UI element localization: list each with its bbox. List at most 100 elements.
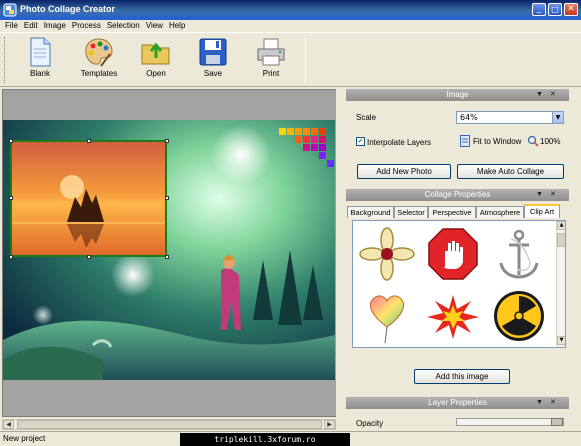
clip-art-scrollbar[interactable]: ▲ ▼	[556, 221, 565, 347]
blank-page-icon	[30, 37, 51, 67]
status-text: New project	[3, 434, 46, 443]
menu-help[interactable]: Help	[166, 20, 188, 31]
panel-dropdown-icon[interactable]: ▼	[536, 189, 543, 201]
menu-selection[interactable]: Selection	[104, 20, 143, 31]
app-icon	[3, 3, 17, 17]
menu-edit[interactable]: Edit	[21, 20, 41, 31]
collage-properties-header: Collage Properties ▼ ✕	[346, 189, 569, 201]
printer-icon	[257, 38, 285, 66]
open-label: Open	[146, 69, 166, 78]
panel-close-icon[interactable]: ✕	[550, 189, 556, 201]
minimize-button[interactable]: _	[532, 3, 546, 16]
sunset-photo	[12, 142, 165, 255]
menu-image[interactable]: Image	[41, 20, 69, 31]
add-this-image-button[interactable]: Add this image	[414, 369, 510, 384]
anchor-icon[interactable]	[489, 225, 549, 283]
collage-canvas-area[interactable]	[2, 89, 338, 417]
open-button[interactable]: Open	[130, 36, 182, 86]
interpolate-layers-checkbox[interactable]: ✔	[356, 137, 365, 146]
chevron-down-icon[interactable]: ▼	[552, 112, 563, 123]
panel-dropdown-icon[interactable]: ▼	[536, 89, 543, 101]
panel-close-icon[interactable]: ✕	[550, 397, 556, 409]
image-panel: Image ▼ ✕ Scale 64% ▼ ✔ Interpolate Laye…	[346, 89, 569, 185]
toolbar-separator	[305, 38, 306, 82]
status-bar: New project triplekill.3xforum.ro	[0, 431, 581, 446]
image-panel-header: Image ▼ ✕	[346, 89, 569, 101]
save-button[interactable]: Save	[187, 36, 239, 86]
menu-process[interactable]: Process	[69, 20, 104, 31]
fit-to-window-icon[interactable]	[460, 135, 470, 147]
templates-label: Templates	[80, 69, 118, 78]
print-label: Print	[262, 69, 280, 78]
stop-hand-sign-icon[interactable]	[423, 225, 483, 283]
templates-button[interactable]: Templates	[73, 36, 125, 86]
interpolate-layers-label: Interpolate Layers	[367, 138, 432, 147]
tab-clip-art[interactable]: Clip Art	[524, 204, 560, 218]
floppy-disk-icon	[199, 38, 227, 66]
explosion-burst-icon[interactable]	[423, 287, 483, 345]
save-label: Save	[203, 69, 223, 78]
selected-photo-frame[interactable]	[10, 140, 167, 257]
collage-properties-panel: Collage Properties ▼ ✕ Background Select…	[346, 189, 569, 394]
tab-atmosphere[interactable]: Atmosphere	[476, 206, 524, 218]
canvas-splitter[interactable]	[336, 89, 344, 419]
menu-file[interactable]: File	[0, 20, 21, 31]
title-bar: Photo Collage Creator _ □ ✕	[0, 0, 581, 20]
tab-selector[interactable]: Selector	[394, 206, 428, 218]
collage-background-image[interactable]	[3, 120, 335, 380]
resize-handle-bottom-right[interactable]	[165, 255, 169, 259]
resize-handle-right[interactable]	[165, 196, 169, 200]
blank-button[interactable]: Blank	[14, 36, 66, 86]
resize-handle-top[interactable]	[87, 139, 91, 143]
fit-to-window-label[interactable]: Fit to Window	[473, 137, 521, 146]
panel-close-icon[interactable]: ✕	[550, 89, 556, 101]
panel-dropdown-icon[interactable]: ▼	[536, 397, 543, 409]
layer-properties-title: Layer Properties	[428, 398, 487, 407]
opacity-slider[interactable]	[456, 418, 564, 426]
window-title: Photo Collage Creator	[20, 4, 116, 14]
toolbar-grip[interactable]	[4, 37, 7, 83]
clip-art-scroll-thumb[interactable]	[557, 233, 565, 247]
tab-perspective[interactable]: Perspective	[428, 206, 476, 218]
print-button[interactable]: Print	[245, 36, 297, 86]
menu-bar: File Edit Image Process Selection View Help	[0, 20, 581, 32]
resize-handle-top-left[interactable]	[9, 139, 13, 143]
close-button[interactable]: ✕	[564, 3, 578, 16]
resize-handle-bottom[interactable]	[87, 255, 91, 259]
maximize-button[interactable]: □	[548, 3, 562, 16]
add-new-photo-button[interactable]: Add New Photo	[357, 164, 451, 179]
zoom-100-label[interactable]: 100%	[540, 137, 560, 146]
scroll-left-arrow-icon[interactable]: ◀	[3, 420, 14, 429]
image-panel-title: Image	[446, 90, 469, 99]
palette-icon	[85, 38, 113, 67]
zoom-100-icon[interactable]	[527, 135, 539, 147]
layer-properties-header: Layer Properties ▼ ✕	[346, 397, 569, 409]
tab-background[interactable]: Background	[347, 206, 394, 218]
radiation-symbol-icon[interactable]	[489, 287, 549, 345]
flower-ornament-icon[interactable]	[357, 225, 417, 283]
scale-value: 64%	[460, 113, 478, 122]
resize-handle-left[interactable]	[9, 196, 13, 200]
opacity-slider-knob[interactable]	[551, 418, 563, 426]
resize-handle-top-right[interactable]	[165, 139, 169, 143]
scale-label: Scale	[356, 113, 377, 122]
blank-label: Blank	[29, 69, 50, 78]
open-folder-icon	[141, 42, 170, 65]
clip-art-gallery[interactable]: ▲ ▼	[352, 220, 566, 348]
scroll-thumb[interactable]	[17, 420, 322, 429]
opacity-label: Opacity	[356, 419, 384, 428]
scroll-right-arrow-icon[interactable]: ▶	[324, 420, 335, 429]
canvas-horizontal-scrollbar[interactable]: ◀ ▶	[2, 419, 336, 430]
heart-balloon-icon[interactable]	[357, 287, 417, 345]
right-panel-scrollbar[interactable]	[570, 89, 580, 430]
scale-combobox[interactable]: 64% ▼	[456, 111, 564, 124]
scroll-up-arrow-icon[interactable]: ▲	[557, 221, 565, 230]
make-auto-collage-button[interactable]: Make Auto Collage	[457, 164, 564, 179]
scroll-corner	[336, 419, 344, 430]
scroll-down-arrow-icon[interactable]: ▼	[557, 336, 565, 345]
collage-properties-title: Collage Properties	[424, 190, 491, 199]
resize-handle-bottom-left[interactable]	[9, 255, 13, 259]
toolbar: Blank Templates Open Save Print	[0, 32, 581, 87]
layer-properties-panel: Layer Properties ▼ ✕ Opacity	[346, 397, 569, 430]
menu-view[interactable]: View	[143, 20, 166, 31]
